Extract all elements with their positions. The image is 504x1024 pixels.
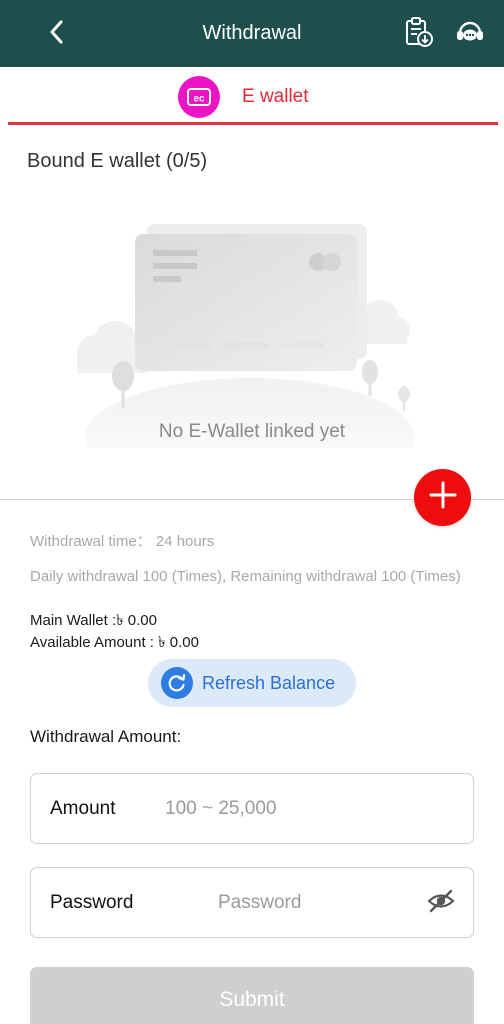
- withdrawal-time-text: Withdrawal time： 24 hours: [30, 533, 215, 550]
- daily-limit-text: Daily withdrawal 100 (Times), Remaining …: [30, 568, 461, 585]
- svg-text:ec: ec: [193, 94, 205, 105]
- bound-wallet-title: Bound E wallet (0/5): [27, 150, 208, 172]
- password-label: Password: [50, 892, 134, 913]
- tab-label: E wallet: [242, 86, 309, 107]
- app-header: Withdrawal: [0, 0, 504, 67]
- eye-off-icon: [427, 887, 455, 920]
- e-wallet-icon: ec: [178, 76, 220, 118]
- add-e-wallet-button[interactable]: [414, 469, 471, 526]
- amount-label: Amount: [50, 798, 116, 819]
- password-field: Password: [30, 867, 474, 938]
- payment-method-tabs: ec E wallet: [0, 67, 504, 127]
- tab-e-wallet[interactable]: ec E wallet: [178, 75, 309, 119]
- available-amount: Available Amount : ৳ 0.00: [30, 634, 199, 651]
- refresh-balance-label: Refresh Balance: [202, 672, 336, 693]
- submit-button[interactable]: Submit: [30, 967, 474, 1024]
- password-input[interactable]: [218, 884, 418, 922]
- amount-input[interactable]: [165, 790, 455, 828]
- clipboard-download-icon: [402, 16, 434, 53]
- withdrawal-amount-heading: Withdrawal Amount:: [30, 727, 182, 746]
- empty-state-illustration: [55, 218, 425, 498]
- toggle-password-visibility[interactable]: [427, 889, 455, 917]
- customer-service-button[interactable]: [452, 16, 488, 52]
- plus-icon: [428, 480, 458, 515]
- refresh-icon: [161, 667, 193, 699]
- refresh-balance-button[interactable]: Refresh Balance: [148, 659, 356, 707]
- amount-field: Amount: [30, 773, 474, 844]
- customer-service-icon: [454, 16, 486, 53]
- withdrawal-records-button[interactable]: [400, 16, 436, 52]
- empty-state-message: No E-Wallet linked yet: [158, 421, 346, 442]
- active-tab-indicator: [8, 122, 498, 125]
